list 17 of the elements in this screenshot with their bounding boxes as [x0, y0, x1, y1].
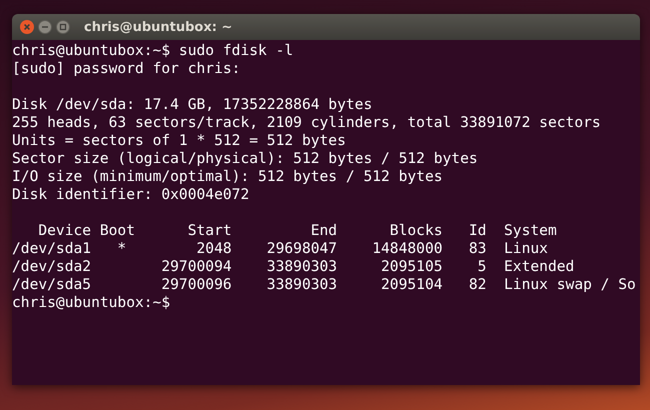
terminal-line: 255 heads, 63 sectors/track, 2109 cylinders, total 33891072 sectors: [12, 114, 601, 132]
terminal-line: /dev/sda2 29700094 33890303 2095105 5 Extended: [12, 258, 574, 276]
terminal-line: /dev/sda5 29700096 33890303 2095104 82 Linux swap / So: [12, 276, 636, 294]
close-icon[interactable]: [20, 20, 34, 34]
terminal-line: [sudo] password for chris:: [12, 60, 240, 78]
minimize-icon[interactable]: [38, 20, 52, 34]
terminal-line: chris@ubuntubox:~$ sudo fdisk -l: [12, 42, 294, 60]
terminal-line: Units = sectors of 1 * 512 = 512 bytes: [12, 132, 346, 150]
terminal-line: I/O size (minimum/optimal): 512 bytes / 512 bytes: [12, 168, 443, 186]
terminal-line: Device Boot Start End Blocks Id System: [37, 222, 557, 240]
terminal-line: Sector size (logical/physical): 512 bytes / 512 bytes: [12, 150, 478, 168]
terminal-line: chris@ubuntubox:~$: [12, 294, 170, 312]
maximize-icon[interactable]: [56, 20, 70, 34]
terminal-line: Disk /dev/sda: 17.4 GB, 17352228864 bytes: [12, 96, 372, 114]
terminal-line: /dev/sda1 * 2048 29698047 14848000 83 Linux: [12, 240, 548, 258]
terminal-line: Disk identifier: 0x0004e072: [12, 186, 250, 204]
window-title: chris@ubuntubox: ~: [84, 20, 232, 34]
